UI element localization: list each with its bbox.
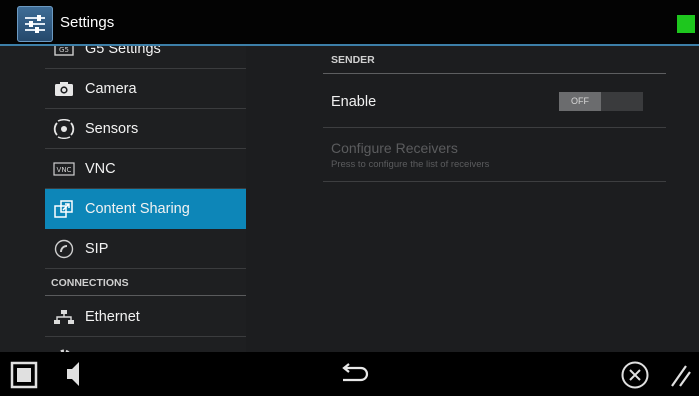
g5-icon: G5 — [51, 46, 77, 59]
action-bar: Settings — [0, 0, 699, 46]
configure-receivers-preference[interactable]: Configure Receivers Press to configure t… — [323, 128, 666, 182]
sidebar-item-content-sharing[interactable]: Content Sharing — [45, 189, 246, 229]
toggle-state-label: OFF — [559, 92, 601, 111]
enable-toggle[interactable]: OFF — [559, 92, 643, 111]
section-header-sender: SENDER — [323, 54, 666, 74]
sidebar-item-label: SIP — [85, 240, 109, 257]
svg-text:G5: G5 — [59, 46, 69, 54]
sidebar-item-ethernet[interactable]: Ethernet — [45, 297, 246, 337]
back-icon[interactable] — [337, 362, 373, 386]
sidebar-item-label: Camera — [85, 80, 137, 97]
sidebar-item-label: G5 Settings — [85, 46, 161, 57]
sidebar-item-label: Sensors — [85, 120, 139, 137]
ethernet-icon — [51, 307, 77, 327]
sidebar-item-partial[interactable] — [45, 337, 246, 352]
camera-icon — [51, 79, 77, 99]
svg-text:VNC: VNC — [57, 166, 72, 174]
section-header-connections: CONNECTIONS — [45, 272, 246, 296]
sidebar-item-sensors[interactable]: Sensors — [45, 109, 246, 149]
close-circle-icon[interactable] — [620, 360, 650, 390]
sidebar-item-camera[interactable]: Camera — [45, 69, 246, 109]
configure-receivers-title: Configure Receivers — [331, 140, 458, 156]
sidebar-item-vnc[interactable]: VNC VNC — [45, 149, 246, 189]
sidebar-item-label: Ethernet — [85, 308, 140, 325]
configure-receivers-summary: Press to configure the list of receivers — [331, 159, 490, 170]
enable-label: Enable — [331, 94, 377, 110]
resize-handle-icon[interactable] — [668, 360, 694, 390]
sensors-icon — [51, 118, 77, 139]
settings-list[interactable]: G5 G5 Settings Camera Sensors VNC VNC Co… — [0, 46, 246, 352]
detail-panel: SENDER Enable OFF Configure Receivers Pr… — [246, 46, 699, 352]
vnc-icon: VNC — [51, 159, 77, 179]
stop-icon[interactable] — [10, 361, 38, 389]
app-title: Settings — [60, 14, 115, 31]
navigation-bar — [0, 352, 699, 396]
sidebar-item-sip[interactable]: SIP — [45, 229, 246, 269]
sidebar-item-label: VNC — [85, 160, 116, 177]
enable-preference[interactable]: Enable OFF — [323, 76, 666, 128]
settings-sliders-icon[interactable] — [17, 6, 53, 42]
status-indicator — [677, 15, 695, 33]
sidebar-item-label: Content Sharing — [85, 201, 190, 217]
content-sharing-icon — [51, 199, 77, 219]
sip-icon — [51, 239, 77, 259]
sidebar-item-g5-settings[interactable]: G5 G5 Settings — [45, 46, 246, 69]
volume-icon[interactable] — [64, 359, 86, 389]
